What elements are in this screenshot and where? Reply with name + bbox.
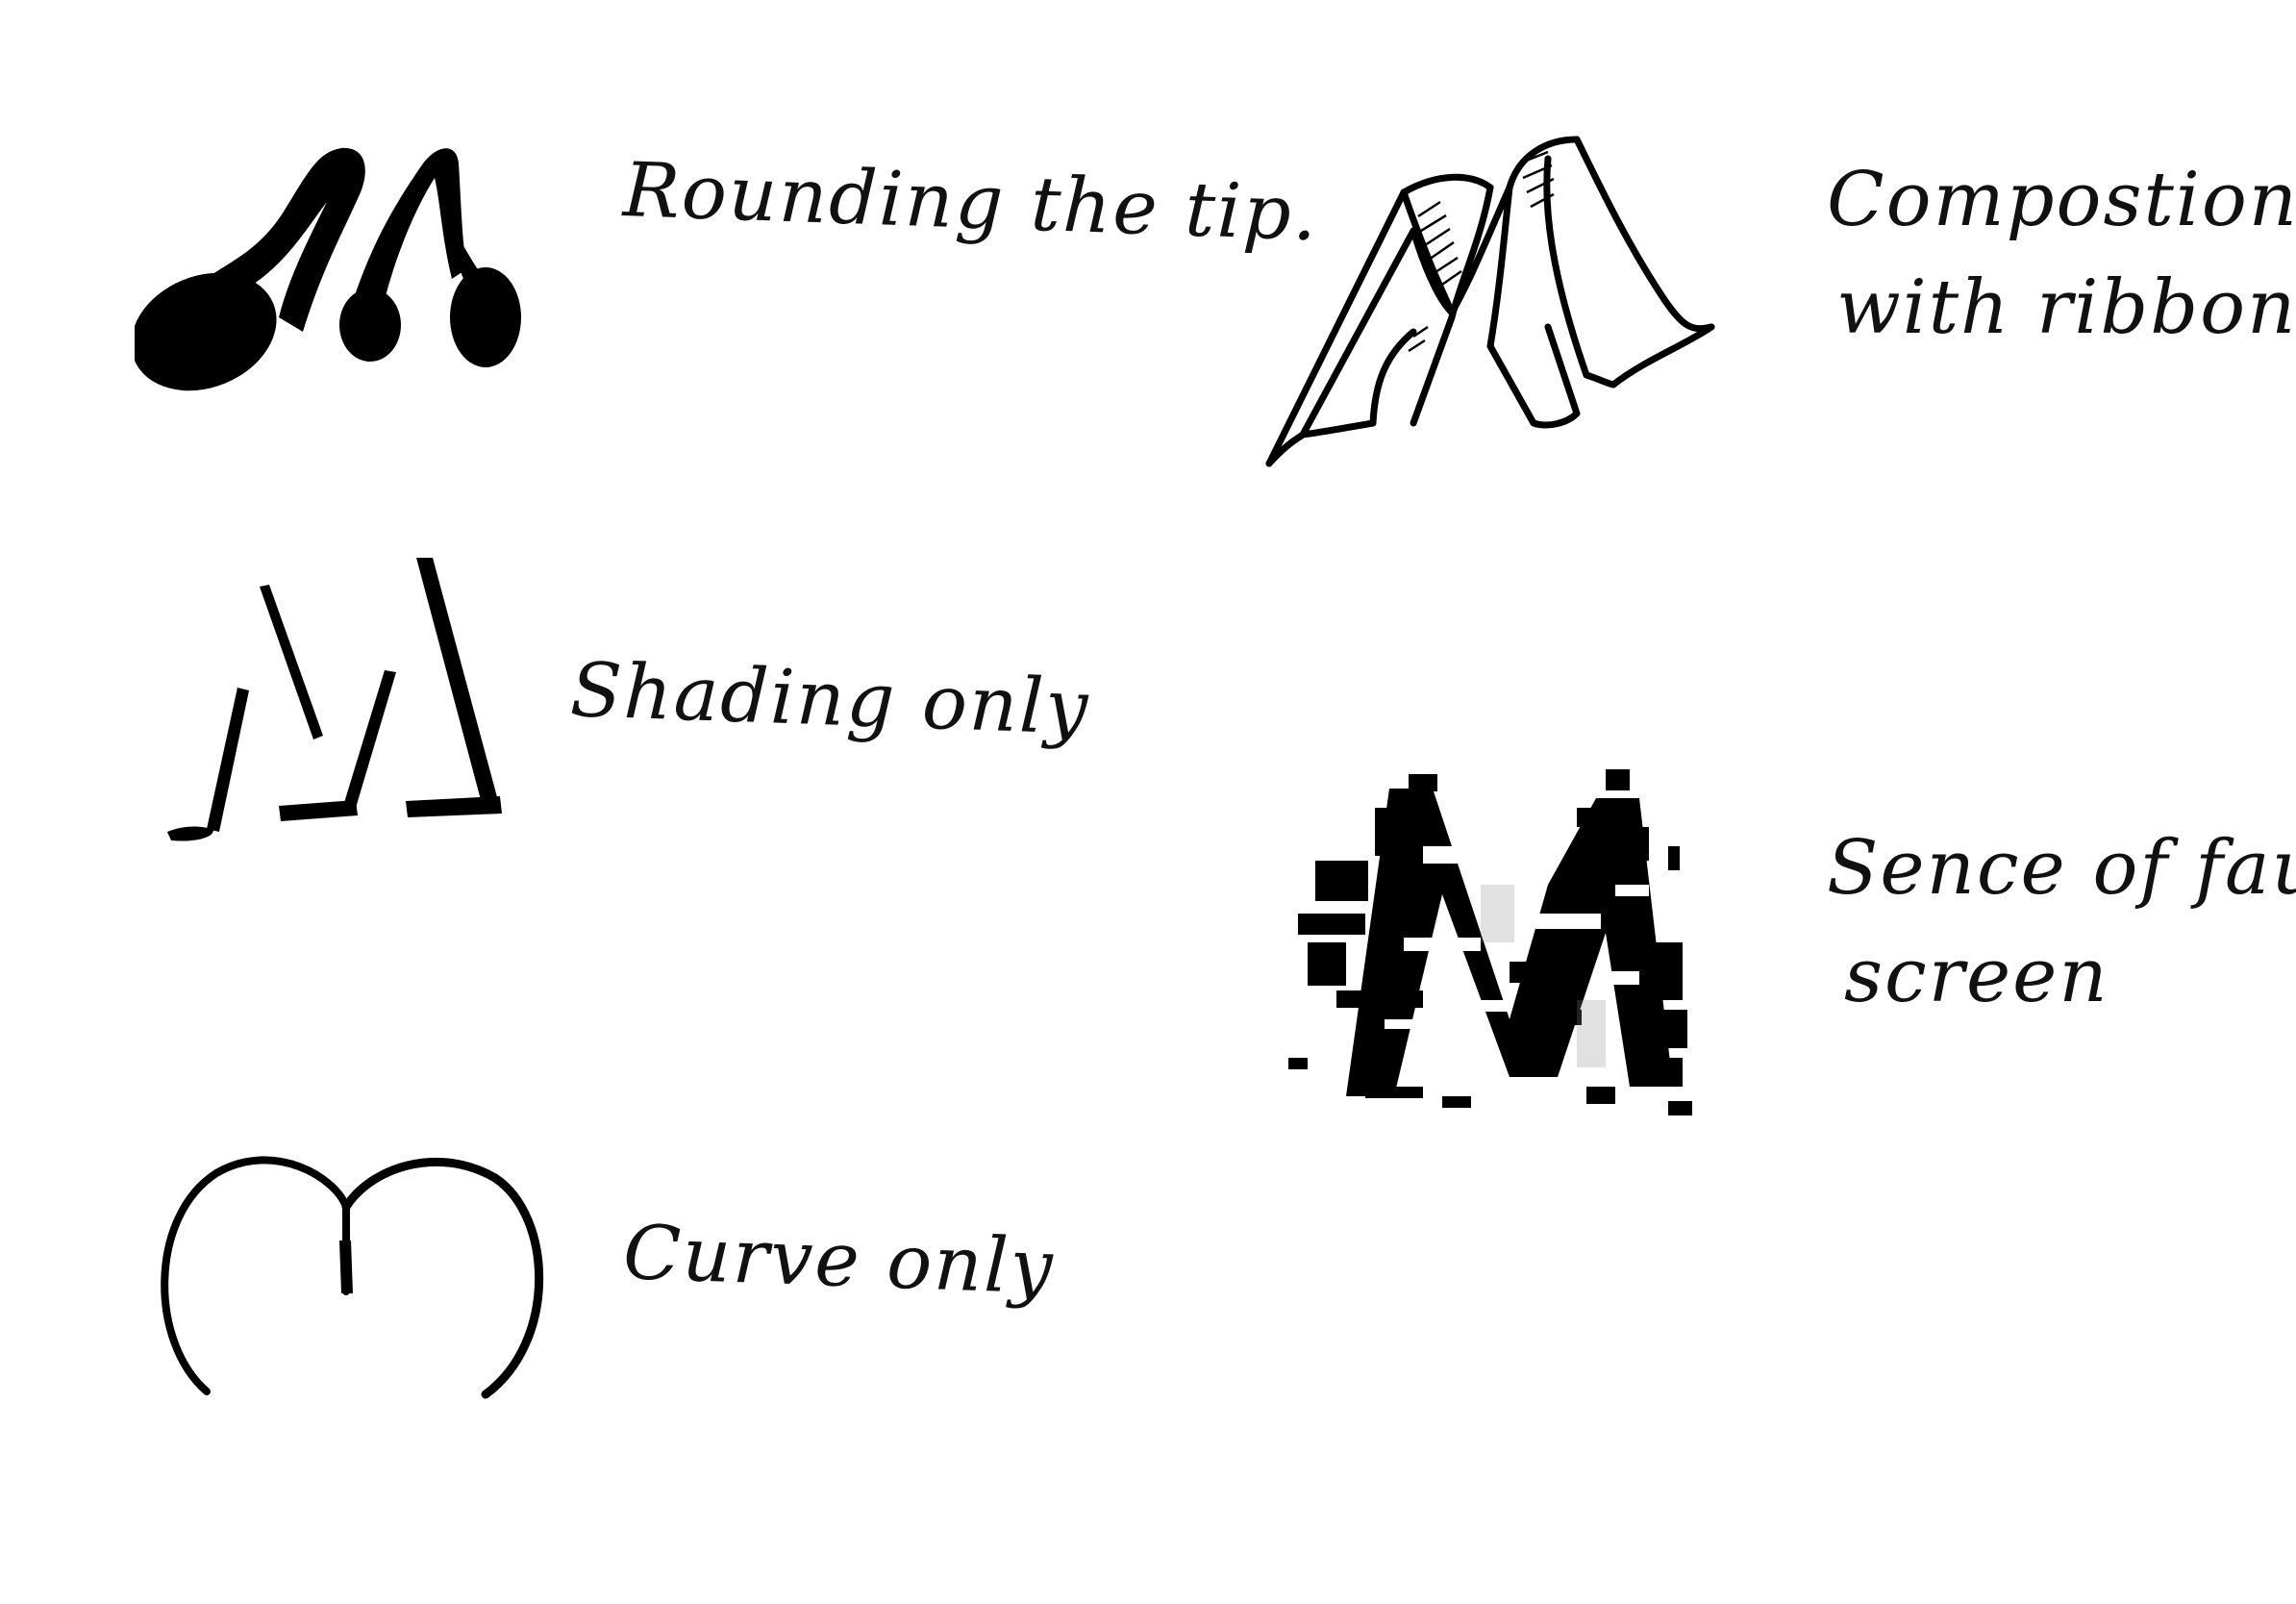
shading-only-m-sketch (167, 558, 502, 841)
note-fault-line1: Sence of fault (1827, 825, 2296, 912)
note-fault-line2: screen (1844, 932, 2109, 1019)
rounded-tip-m-sketch (135, 147, 521, 391)
sketch-sheet: Rounding the tip. Shading only Curve onl… (0, 0, 2296, 1604)
glitch-m-sketch (1288, 769, 1692, 1115)
note-composition-with-ribbon: Compostion with ribbon (1827, 154, 2296, 355)
note-ribbon-line2: with ribbon (1836, 263, 2296, 351)
curve-only-m-sketch (161, 1156, 544, 1399)
ribbon-m-sketch (1265, 136, 1715, 467)
note-ribbon-line1: Compostion (1827, 157, 2296, 243)
note-rounding-the-tip: Rounding the tip. (621, 146, 1321, 259)
note-sense-of-fault-screen: Sence of fault screen (1827, 822, 2296, 1023)
note-shading-only: Shading only (568, 646, 1091, 752)
note-curve-only: Curve only (621, 1209, 1057, 1312)
